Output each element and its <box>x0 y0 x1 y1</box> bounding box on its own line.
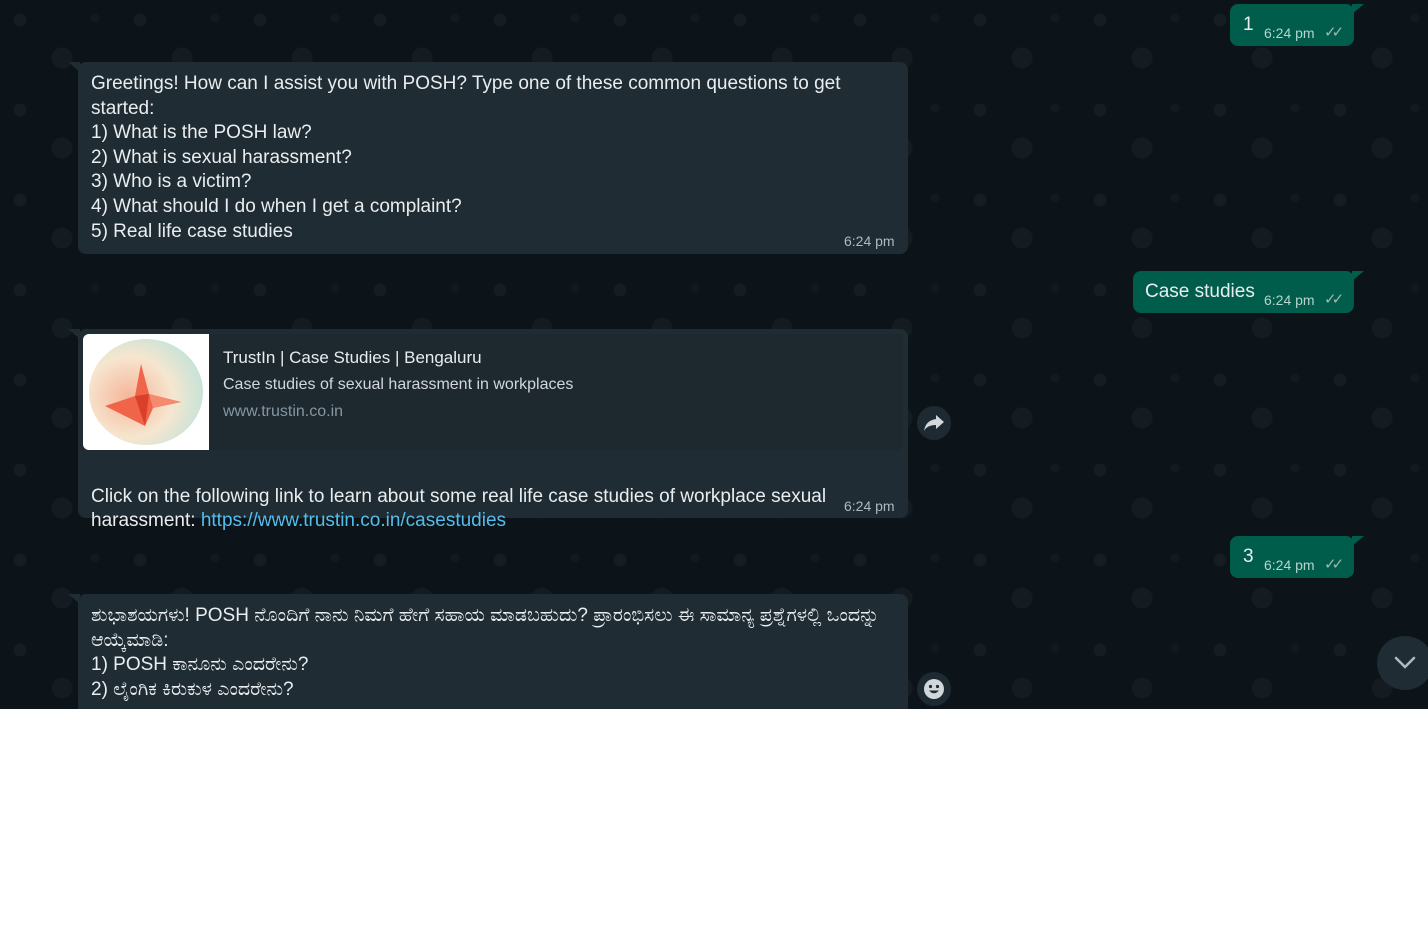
link-preview-title: TrustIn | Case Studies | Bengaluru <box>223 348 482 367</box>
incoming-message[interactable]: Greetings! How can I assist you with POS… <box>68 62 908 254</box>
case-studies-link[interactable]: https://www.trustin.co.in/casestudies <box>201 510 506 531</box>
message-time: 6:24 pm <box>1264 557 1315 573</box>
message-text: 1 <box>1243 14 1254 35</box>
message-time: 6:24 pm <box>844 498 895 514</box>
link-preview-card[interactable]: TrustIn | Case Studies | Bengaluru Case … <box>83 334 903 450</box>
message-text: 3 <box>1243 546 1254 567</box>
emoji-reaction-button[interactable] <box>917 672 951 706</box>
chat-area[interactable]: 1 6:24 pm ✓✓ Greetings! How can I assist… <box>0 0 1428 709</box>
outgoing-message[interactable]: 3 6:24 pm ✓✓ <box>1230 536 1364 578</box>
link-preview-description: Case studies of sexual harassment in wor… <box>223 376 574 393</box>
outgoing-message[interactable]: Case studies 6:24 pm ✓✓ <box>1133 271 1364 313</box>
link-preview-thumbnail <box>83 334 209 450</box>
incoming-link-message[interactable]: TrustIn | Case Studies | Bengaluru Case … <box>68 329 908 531</box>
double-check-icon: ✓✓ <box>1324 24 1344 41</box>
outgoing-message[interactable]: 1 6:24 pm ✓✓ <box>1230 4 1364 46</box>
scroll-to-bottom-button[interactable] <box>1377 636 1428 690</box>
message-time: 6:24 pm <box>844 233 895 249</box>
chevron-down-icon <box>1394 656 1416 669</box>
incoming-message[interactable]: ಶುಭಾಶಯಗಳು! POSH ನೊಂದಿಗೆ ನಾನು ನಿಮಗೆ ಹೇಗೆ … <box>68 594 908 709</box>
link-preview-url: www.trustin.co.in <box>223 403 344 420</box>
message-time: 6:24 pm <box>1264 292 1315 308</box>
forward-button[interactable] <box>917 406 951 440</box>
emoji-icon <box>924 679 944 699</box>
message-text: ಶುಭಾಶಯಗಳು! POSH ನೊಂದಿಗೆ ನಾನು ನಿಮಗೆ ಹೇಗೆ … <box>91 605 880 700</box>
message-time: 6:24 pm <box>1264 25 1315 41</box>
message-text: Greetings! How can I assist you with POS… <box>91 73 841 242</box>
message-text: Click on the following link to learn abo… <box>91 460 881 534</box>
forward-icon <box>924 415 944 431</box>
message-text: Case studies <box>1145 281 1255 302</box>
double-check-icon: ✓✓ <box>1324 556 1344 573</box>
double-check-icon: ✓✓ <box>1324 291 1344 308</box>
